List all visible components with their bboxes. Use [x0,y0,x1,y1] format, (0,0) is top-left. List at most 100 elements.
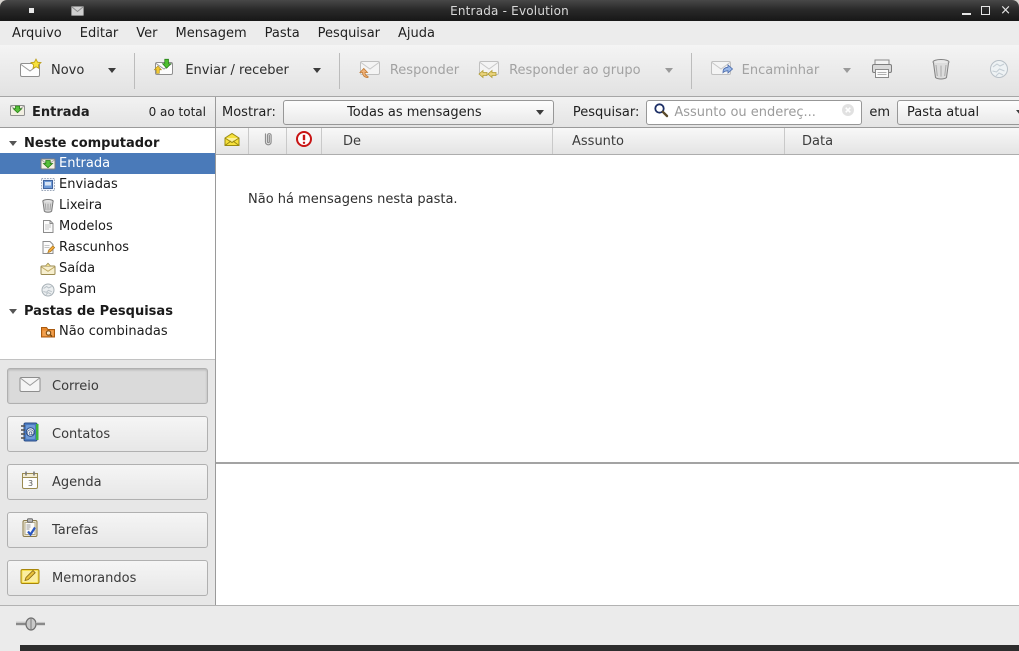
clear-search-icon[interactable] [841,103,855,121]
message-list: Não há mensagens nesta pasta. [216,155,1019,462]
folder-filter-bar: Entrada 0 ao total Mostrar: Todas as men… [0,97,1019,128]
menu-ver[interactable]: Ver [127,23,166,44]
tasks-icon [19,518,41,542]
column-data[interactable]: Data [785,128,1019,154]
trash-icon [929,57,953,85]
switcher-memorandos[interactable]: Memorandos [7,560,208,596]
new-button-label: Novo [51,63,84,78]
column-label: Assunto [572,134,624,149]
reply-icon [358,58,382,84]
menu-mensagem[interactable]: Mensagem [167,23,256,44]
tree-section-this-computer[interactable]: Neste computador [0,133,215,153]
current-folder-icon [9,102,26,122]
folder-message-count: 0 ao total [149,105,206,119]
search-scope-dropdown[interactable]: Pasta atual [897,100,1019,125]
switcher-agenda[interactable]: 3 Agenda [7,464,208,500]
reply-button-label: Responder [390,63,459,78]
folder-nao-combinadas[interactable]: Não combinadas [0,321,215,342]
reply-group-icon [477,58,501,84]
reply-button[interactable]: Responder [349,52,468,90]
show-filter-value: Todas as mensagens [293,105,536,120]
show-filter-arrow-icon [536,110,544,115]
delete-button[interactable] [920,51,962,91]
switcher-contatos[interactable]: @ Contatos [7,416,208,452]
forward-icon [710,58,734,84]
print-icon [869,57,895,85]
switcher-tarefas[interactable]: Tarefas [7,512,208,548]
forward-button[interactable]: Encaminhar [701,52,861,90]
status-bar [0,605,1019,645]
sidebar: Neste computador Entrada Enviadas [0,128,216,605]
folder-label: Não combinadas [59,324,168,339]
column-de[interactable]: De [322,128,553,154]
switcher-correio[interactable]: Correio [7,368,208,404]
menu-editar[interactable]: Editar [71,23,128,44]
folder-label: Lixeira [59,198,102,213]
current-folder-name: Entrada [32,105,90,120]
folder-label: Entrada [59,156,110,171]
expander-icon[interactable] [9,141,17,146]
print-button[interactable] [860,51,904,91]
reply-group-label: Responder ao grupo [509,63,641,78]
menu-arquivo[interactable]: Arquivo [3,23,71,44]
column-priority[interactable] [287,128,322,154]
preview-pane [216,464,1019,605]
component-switcher: Correio @ Contatos 3 Agenda [0,359,215,605]
column-label: De [343,134,361,149]
show-filter-label: Mostrar: [222,105,276,120]
folder-saida[interactable]: Saída [0,258,215,279]
column-read-status[interactable] [216,128,249,154]
new-message-icon [19,58,43,84]
priority-icon [295,130,313,152]
switcher-label: Agenda [52,475,102,490]
folder-enviadas[interactable]: Enviadas [0,174,215,195]
bottom-edge [0,645,1019,651]
forward-dropdown-arrow-icon[interactable] [843,68,851,73]
search-scope-value: Pasta atual [907,105,1016,120]
show-filter-dropdown[interactable]: Todas as mensagens [283,100,554,125]
menu-ajuda[interactable]: Ajuda [389,23,444,44]
main-area: Neste computador Entrada Enviadas [0,128,1019,605]
attachment-icon [260,131,276,152]
menu-pesquisar[interactable]: Pesquisar [309,23,389,44]
menu-pasta[interactable]: Pasta [256,23,309,44]
sent-icon [40,177,56,192]
new-button[interactable]: Novo [10,52,125,90]
search-label: Pesquisar: [573,105,640,120]
toolbar-separator [134,53,135,89]
background-window-strip [20,645,1019,651]
evolution-window: Entrada - Evolution × Arquivo Editar Ver… [0,0,1019,651]
column-attachment[interactable] [249,128,287,154]
svg-text:@: @ [27,428,35,437]
close-button[interactable]: × [1000,4,1011,17]
drafts-icon [40,240,56,255]
folder-rascunhos[interactable]: Rascunhos [0,237,215,258]
column-assunto[interactable]: Assunto [553,128,785,154]
online-status-icon[interactable] [15,615,55,637]
inbox-icon [40,156,56,171]
toolbar-separator [691,53,692,89]
junk-button[interactable] [978,51,1019,91]
folder-modelos[interactable]: Modelos [0,216,215,237]
column-label: Data [802,134,833,149]
title-bar[interactable]: Entrada - Evolution × [0,0,1019,21]
contacts-icon: @ [19,422,41,446]
menu-bar: Arquivo Editar Ver Mensagem Pasta Pesqui… [0,21,1019,45]
maximize-button[interactable] [981,6,990,15]
send-receive-icon [153,58,177,84]
memos-icon [19,567,41,590]
expander-icon[interactable] [9,309,17,314]
folder-entrada[interactable]: Entrada [0,153,215,174]
send-receive-dropdown-arrow-icon[interactable] [313,68,321,73]
folder-label: Enviadas [59,177,118,192]
tree-section-search-folders[interactable]: Pastas de Pesquisas [0,301,215,321]
reply-group-button[interactable]: Responder ao grupo [468,52,682,90]
search-input[interactable] [674,105,836,120]
send-receive-button[interactable]: Enviar / receber [144,52,330,90]
minimize-button[interactable] [962,7,971,15]
reply-group-dropdown-arrow-icon[interactable] [665,68,673,73]
folder-lixeira[interactable]: Lixeira [0,195,215,216]
search-box[interactable] [646,100,862,125]
new-dropdown-arrow-icon[interactable] [108,68,116,73]
folder-spam[interactable]: Spam [0,279,215,300]
